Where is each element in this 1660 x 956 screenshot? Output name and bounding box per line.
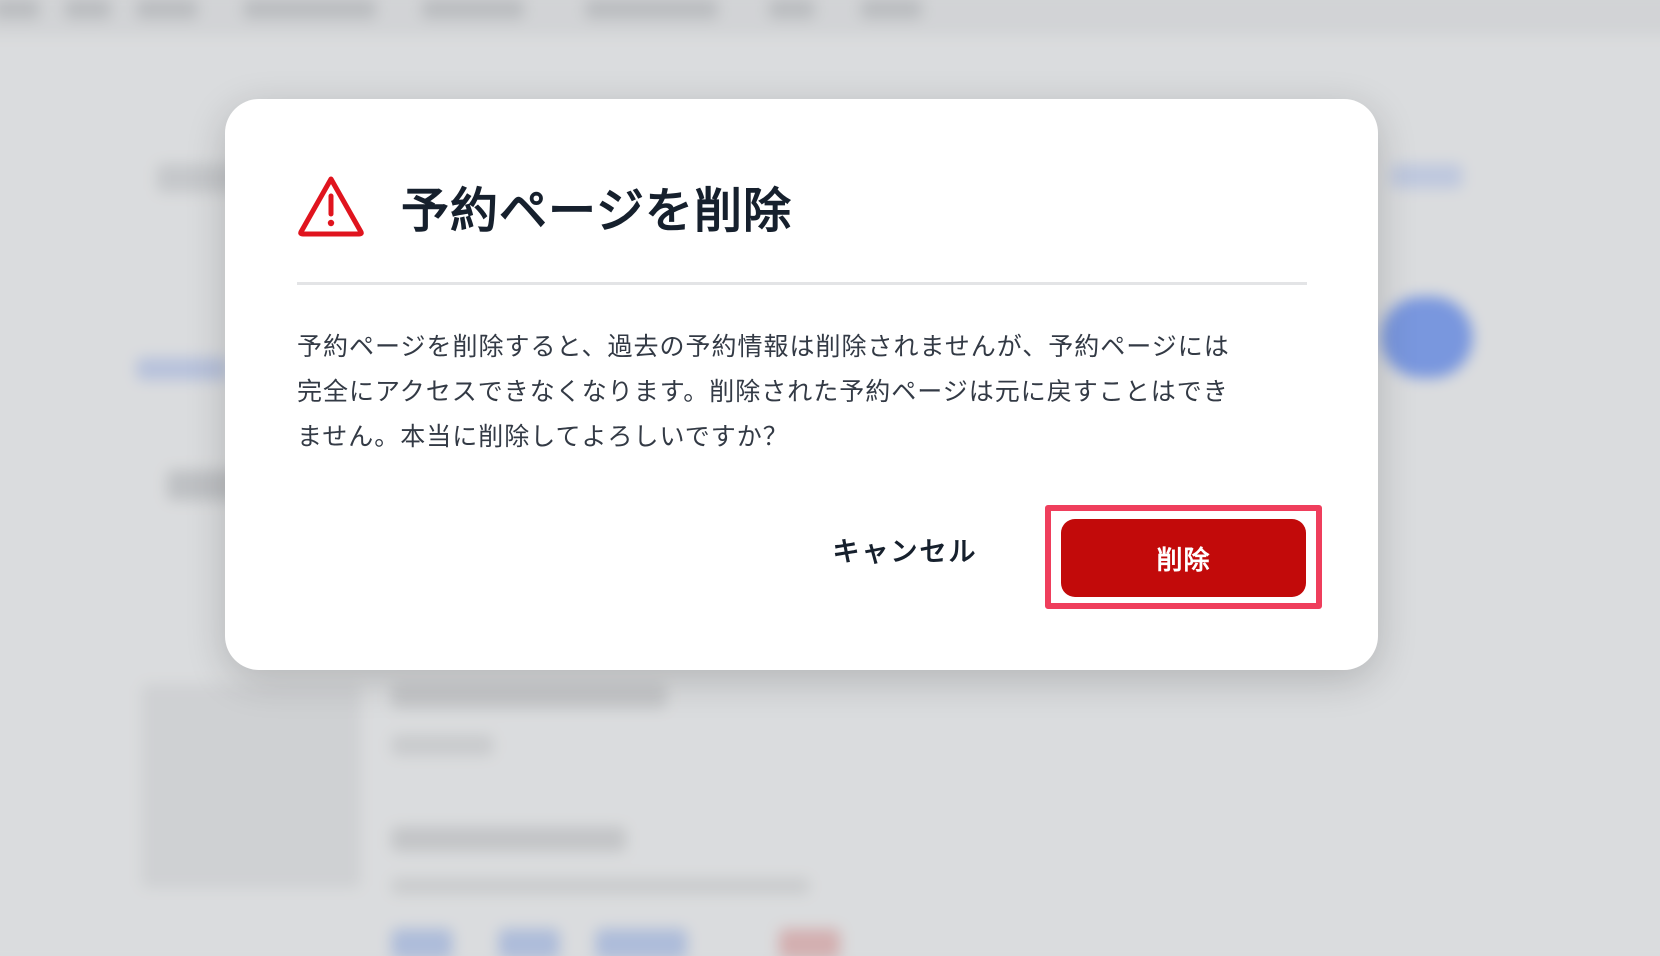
- dialog-title: 予約ページを削除: [401, 183, 793, 239]
- header-divider: [297, 282, 1307, 285]
- delete-button[interactable]: 削除: [1061, 519, 1306, 597]
- dialog-message-line: 完全にアクセスできなくなります。削除された予約ページは元に戻すことはでき: [297, 377, 1229, 406]
- warning-triangle-icon: [297, 174, 365, 238]
- dialog-message: 予約ページを削除すると、過去の予約情報は削除されませんが、予約ページには 完全に…: [297, 324, 1307, 459]
- dialog-header: 予約ページを削除: [297, 171, 792, 241]
- delete-confirm-dialog: 予約ページを削除 予約ページを削除すると、過去の予約情報は削除されませんが、予約…: [225, 99, 1378, 670]
- cancel-button[interactable]: キャンセル: [815, 519, 995, 579]
- dialog-message-line: 予約ページを削除すると、過去の予約情報は削除されませんが、予約ページには: [297, 332, 1230, 361]
- dialog-message-line: ません。本当に削除してよろしいですか？: [297, 422, 789, 451]
